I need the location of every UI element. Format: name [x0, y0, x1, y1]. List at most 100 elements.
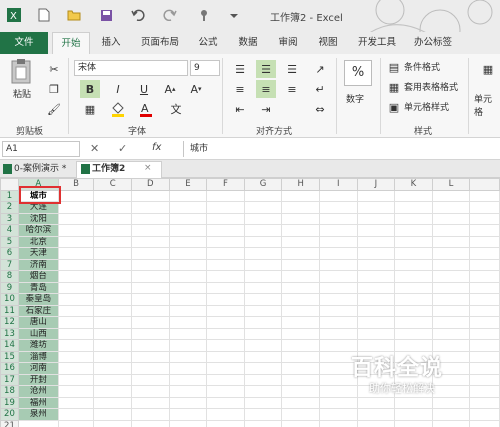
customize-quick-access-icon[interactable]: [226, 7, 242, 23]
cell[interactable]: [356, 316, 396, 329]
cancel-icon[interactable]: ✕: [90, 142, 99, 155]
cell[interactable]: [281, 212, 320, 225]
cell[interactable]: [281, 350, 320, 363]
cell[interactable]: [206, 304, 245, 317]
cell[interactable]: [394, 201, 433, 214]
insert-function-button[interactable]: fx: [152, 142, 161, 153]
cell[interactable]: [356, 235, 396, 248]
column-header-i[interactable]: I: [318, 178, 358, 191]
cell[interactable]: [206, 224, 245, 237]
cell[interactable]: [243, 224, 283, 237]
cell[interactable]: [469, 327, 500, 340]
cell[interactable]: [168, 396, 208, 409]
row-header[interactable]: 6: [0, 247, 19, 260]
cell[interactable]: [394, 408, 433, 421]
cell[interactable]: [281, 327, 320, 340]
cell[interactable]: [469, 408, 500, 421]
format-painter-icon[interactable]: 🖌: [44, 100, 64, 118]
tab-page-layout[interactable]: 页面布局: [134, 32, 186, 54]
cell[interactable]: [281, 419, 320, 427]
cell-styles-button[interactable]: 单元格样式: [404, 100, 449, 116]
cell[interactable]: [168, 293, 208, 306]
cell[interactable]: [168, 212, 208, 225]
cell[interactable]: [394, 270, 433, 283]
cell-a21[interactable]: [17, 419, 59, 427]
cell[interactable]: [206, 419, 245, 427]
cell-a7[interactable]: 济南: [17, 258, 59, 271]
cell[interactable]: [57, 316, 95, 329]
cell[interactable]: [57, 189, 95, 202]
cell[interactable]: [168, 247, 208, 260]
column-header-g[interactable]: G: [243, 178, 283, 191]
cell[interactable]: [168, 362, 208, 375]
cell[interactable]: [57, 293, 95, 306]
cell[interactable]: [130, 396, 170, 409]
conditional-format-button[interactable]: 条件格式: [404, 60, 440, 76]
cell[interactable]: [281, 373, 320, 386]
cell[interactable]: [57, 396, 95, 409]
cell[interactable]: [469, 293, 500, 306]
phonetic-icon[interactable]: 文: [166, 100, 186, 118]
cell[interactable]: [93, 385, 132, 398]
cell[interactable]: [130, 419, 170, 427]
cell[interactable]: [93, 316, 132, 329]
row-header[interactable]: 8: [0, 270, 19, 283]
cell[interactable]: [394, 189, 433, 202]
cell[interactable]: [281, 201, 320, 214]
cell[interactable]: [206, 327, 245, 340]
cell[interactable]: [318, 304, 358, 317]
cell[interactable]: [281, 270, 320, 283]
copy-icon[interactable]: ❐: [44, 80, 64, 98]
cell[interactable]: [93, 362, 132, 375]
cell[interactable]: [168, 189, 208, 202]
cell[interactable]: [243, 304, 283, 317]
cell[interactable]: [394, 419, 433, 427]
cell[interactable]: [130, 327, 170, 340]
cell[interactable]: [130, 189, 170, 202]
cell[interactable]: [130, 293, 170, 306]
cell[interactable]: [469, 304, 500, 317]
cell[interactable]: [431, 419, 471, 427]
row-header[interactable]: 9: [0, 281, 19, 294]
font-grow-icon[interactable]: A ▴: [160, 80, 180, 98]
cell[interactable]: [281, 408, 320, 421]
cell[interactable]: [281, 339, 320, 352]
cell[interactable]: [469, 201, 500, 214]
cell[interactable]: [394, 258, 433, 271]
column-header-k[interactable]: K: [394, 178, 433, 191]
cell[interactable]: [281, 362, 320, 375]
number-format-button[interactable]: %: [344, 60, 372, 86]
cell[interactable]: [243, 270, 283, 283]
cell[interactable]: [93, 247, 132, 260]
cell[interactable]: [243, 373, 283, 386]
cell-a17[interactable]: 开封: [17, 373, 59, 386]
row-header[interactable]: 11: [0, 304, 19, 317]
redo-icon[interactable]: [162, 7, 178, 23]
cell[interactable]: [206, 189, 245, 202]
cell[interactable]: [469, 270, 500, 283]
fill-color-icon[interactable]: [108, 100, 128, 118]
name-box[interactable]: A1: [2, 141, 80, 157]
paste-button[interactable]: 粘贴: [8, 58, 36, 100]
cell[interactable]: [469, 258, 500, 271]
cell-a8[interactable]: 烟台: [17, 270, 59, 283]
cell[interactable]: [243, 189, 283, 202]
cell[interactable]: [57, 247, 95, 260]
cell[interactable]: [243, 258, 283, 271]
cell[interactable]: [93, 201, 132, 214]
cell[interactable]: [431, 212, 471, 225]
cell[interactable]: [93, 373, 132, 386]
cell[interactable]: [168, 385, 208, 398]
cell[interactable]: [394, 235, 433, 248]
cell[interactable]: [243, 362, 283, 375]
column-header-e[interactable]: E: [168, 178, 208, 191]
cell[interactable]: [281, 385, 320, 398]
cell[interactable]: [318, 201, 358, 214]
cell[interactable]: [130, 281, 170, 294]
cell[interactable]: [168, 258, 208, 271]
cell[interactable]: [243, 350, 283, 363]
row-header[interactable]: 1: [0, 189, 19, 202]
cell[interactable]: [130, 201, 170, 214]
cell[interactable]: [243, 339, 283, 352]
cell[interactable]: [168, 270, 208, 283]
